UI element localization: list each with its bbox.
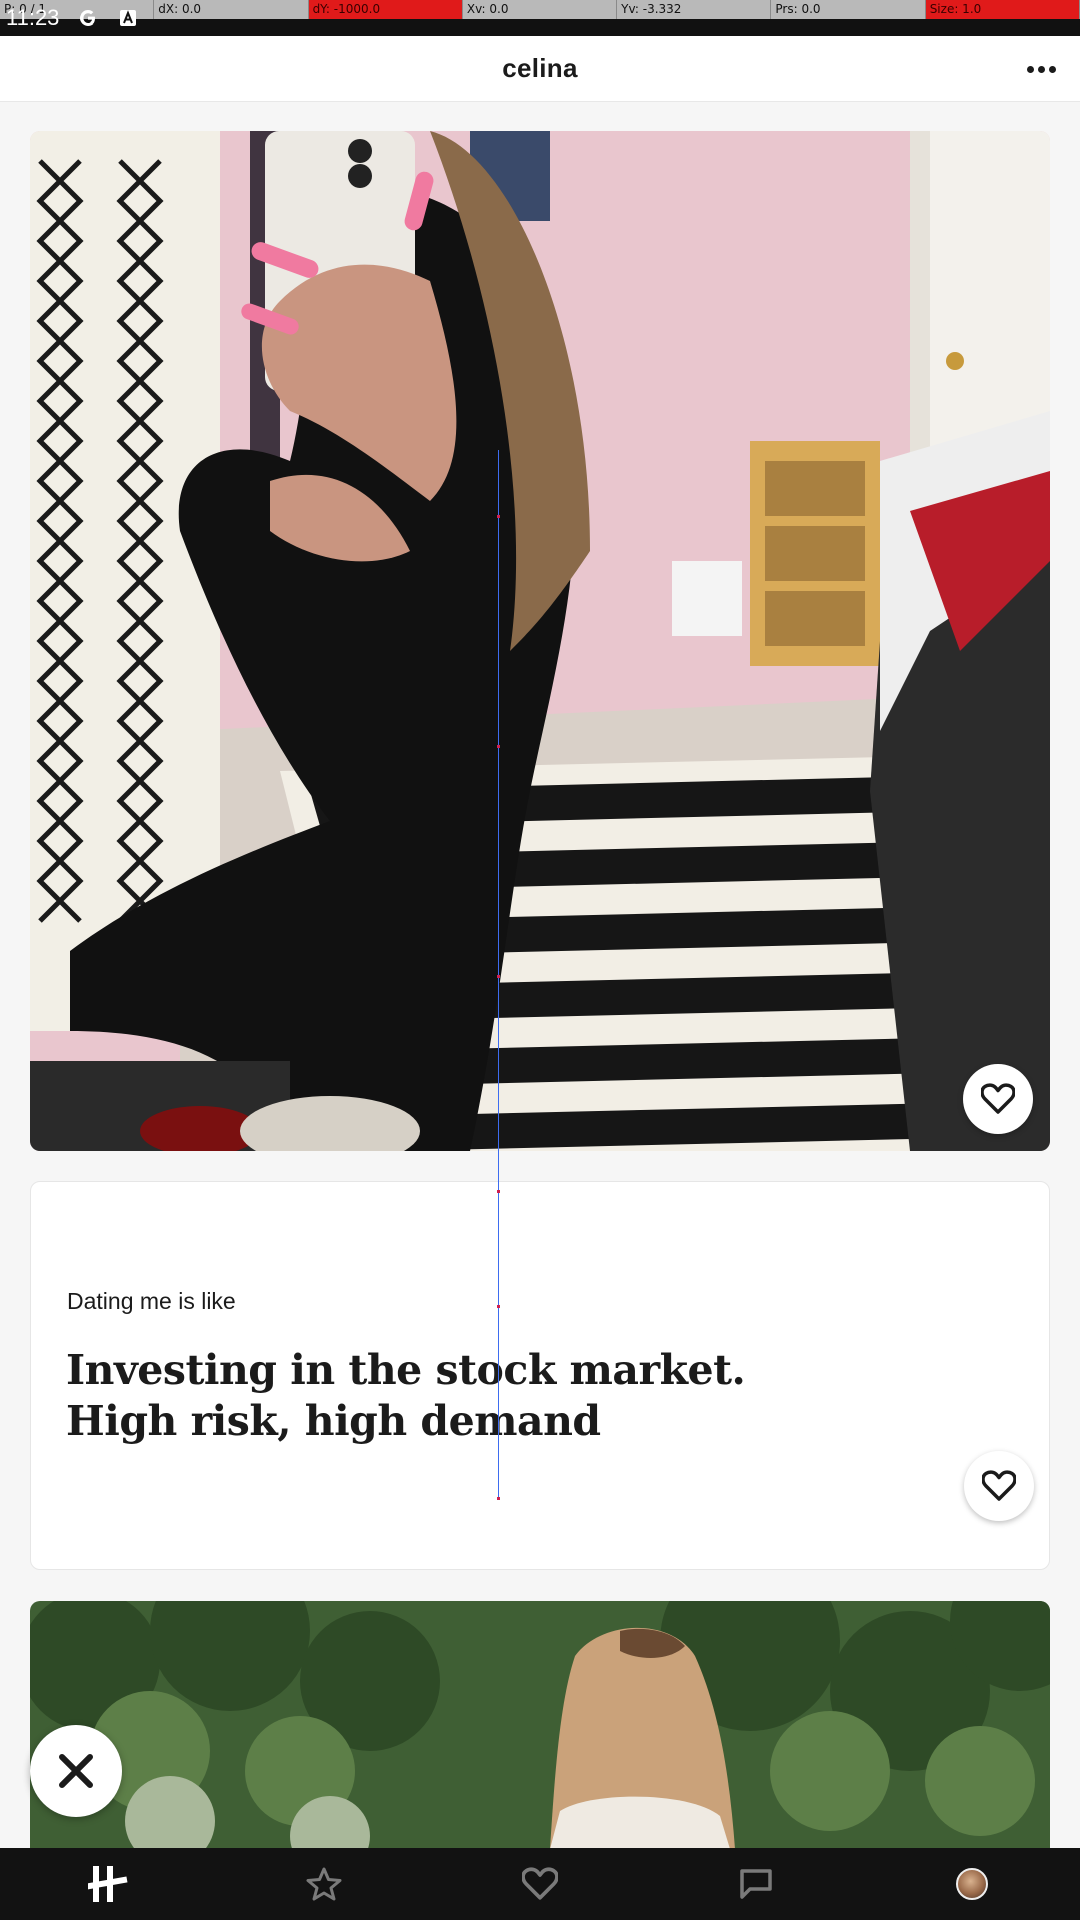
status-items: 11:23 [6,2,139,34]
heart-icon [522,1867,558,1900]
more-options-button[interactable] [1024,54,1058,84]
profile-header: celina [0,36,1080,102]
google-icon [77,7,99,29]
debug-trace-dot [497,1497,500,1500]
nav-home[interactable] [78,1854,138,1914]
profile-name: celina [502,53,578,83]
debug-trace-dot [497,745,500,748]
debug-trace-dot [497,1305,500,1308]
debug-trace-dot [497,515,500,518]
profile-avatar [956,1868,988,1900]
bottom-navigation [0,1848,1080,1920]
home-icon [88,1866,128,1902]
nav-profile[interactable] [942,1854,1002,1914]
heart-icon [982,1470,1016,1501]
debug-yv: Yv: -3.332 [617,0,772,19]
debug-xv: Xv: 0.0 [463,0,618,19]
skip-button[interactable] [30,1725,122,1817]
prompt-card[interactable]: Dating me is like Investing in the stock… [30,1181,1050,1570]
debug-size: Size: 1.0 [925,0,1080,19]
more-dot [1048,65,1056,73]
debug-dx: dX: 0.0 [154,0,309,19]
debug-trace-dot [497,975,500,978]
font-icon [117,7,139,29]
debug-dy: dY: -1000.0 [308,0,463,19]
nav-messages[interactable] [726,1854,786,1914]
prompt-answer: Investing in the stock market. High risk… [66,1345,786,1447]
more-options-icon [1026,65,1034,73]
like-photo-1-button[interactable] [963,1064,1033,1134]
star-icon [306,1867,342,1901]
prompt-question: Dating me is like [67,1288,236,1314]
nav-standouts[interactable] [294,1854,354,1914]
profile-photo-2[interactable] [30,1601,1050,1849]
close-icon [59,1754,93,1788]
prompt-answer-line-1: Investing in the stock market. [66,1346,746,1394]
photo-1-image [30,131,1050,1151]
like-prompt-button[interactable] [964,1451,1034,1521]
status-bar [0,19,1080,36]
nav-likes[interactable] [510,1854,570,1914]
prompt-answer-line-2: High risk, high demand [66,1397,601,1445]
debug-prs: Prs: 0.0 [771,0,926,19]
pointer-debug-bar: P: 0 / 1 dX: 0.0 dY: -1000.0 Xv: 0.0 Yv:… [0,0,1080,19]
photo-2-image [30,1601,1050,1849]
profile-photo-1[interactable] [30,131,1050,1151]
status-time: 11:23 [6,5,60,30]
chat-icon [740,1869,772,1899]
heart-icon [981,1083,1015,1114]
more-dot [1037,65,1045,73]
debug-trace-dot [497,1190,500,1193]
